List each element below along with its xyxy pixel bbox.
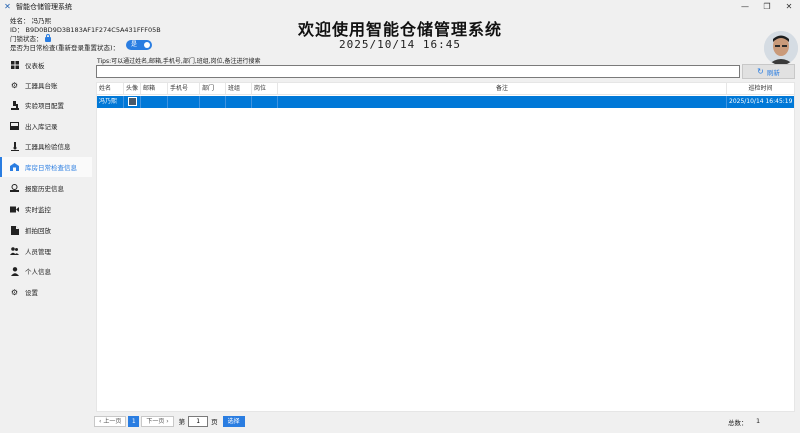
scrap-icon bbox=[10, 184, 19, 193]
goto-prefix: 第 bbox=[178, 418, 186, 426]
column-header-remark[interactable]: 备注 bbox=[278, 83, 727, 95]
warehouse-icon bbox=[10, 163, 19, 172]
sidebar-item-label: 工器具台账 bbox=[25, 82, 58, 90]
sidebar-item-settings[interactable]: ⚙ 设置 bbox=[0, 282, 92, 302]
search-tips: Tips:可以通过姓名,邮箱,手机号,部门,班组,岗位,备注进行搜索 bbox=[97, 58, 261, 65]
user-icon bbox=[10, 266, 19, 276]
refresh-label: 刷新 bbox=[766, 68, 780, 77]
sidebar: 仪表板 ⚙ 工器具台账 实验项目配置 出入库记录 工器具检验信息 库房日常检查信… bbox=[0, 55, 92, 433]
restore-button[interactable]: ❐ bbox=[756, 0, 778, 13]
users-icon bbox=[10, 247, 19, 256]
experiment-icon bbox=[10, 100, 19, 110]
sidebar-item-inout-records[interactable]: 出入库记录 bbox=[0, 116, 92, 136]
sidebar-item-label: 出入库记录 bbox=[25, 123, 58, 131]
column-header-name[interactable]: 姓名 bbox=[97, 83, 124, 95]
gear-icon: ⚙ bbox=[10, 287, 19, 297]
goto-suffix: 页 bbox=[211, 418, 218, 426]
sidebar-item-dashboard[interactable]: 仪表板 bbox=[0, 55, 92, 75]
next-page-label: 下一页 bbox=[146, 417, 165, 425]
table-row[interactable]: 冯乃熙 2025/10/14 16:45:19 bbox=[97, 96, 794, 108]
prev-page-label: 上一页 bbox=[103, 417, 122, 425]
goto-page-input[interactable] bbox=[188, 415, 209, 427]
close-button[interactable]: ✕ bbox=[778, 0, 800, 13]
inspection-table: 姓名 头像 邮箱 手机号 部门 班组 岗位 备注 巡检时间 冯乃熙 2025/1… bbox=[96, 82, 795, 412]
sidebar-item-label: 设置 bbox=[25, 289, 38, 297]
sidebar-item-label: 报废历史信息 bbox=[25, 185, 64, 193]
sidebar-item-personal-info[interactable]: 个人信息 bbox=[0, 261, 92, 281]
sidebar-item-tools-ledger[interactable]: ⚙ 工器具台账 bbox=[0, 75, 92, 95]
sidebar-item-label: 抓拍回放 bbox=[25, 227, 51, 235]
row-avatar-image bbox=[128, 97, 137, 106]
sidebar-item-experiment-config[interactable]: 实验项目配置 bbox=[0, 95, 92, 115]
column-header-avatar[interactable]: 头像 bbox=[124, 83, 141, 95]
next-page-button[interactable]: 下一页 › bbox=[141, 415, 174, 427]
prev-page-button[interactable]: ‹ 上一页 bbox=[94, 415, 127, 427]
page-number-button[interactable]: 1 bbox=[128, 415, 140, 427]
total-count: 1 bbox=[756, 417, 761, 425]
cell-email bbox=[141, 96, 168, 108]
sidebar-item-label: 实时监控 bbox=[25, 206, 51, 214]
cell-department bbox=[200, 96, 226, 108]
avatar-image bbox=[764, 31, 798, 65]
pagination: ‹ 上一页 1 下一页 › 第 页 选择 bbox=[94, 415, 245, 427]
avatar[interactable] bbox=[764, 31, 798, 65]
sidebar-item-label: 个人信息 bbox=[25, 268, 51, 276]
column-header-email[interactable]: 邮箱 bbox=[141, 83, 168, 95]
current-datetime: 2025/10/14 16:45 bbox=[339, 38, 461, 51]
header: 姓名： 冯乃熙 ID： B9D0BD9D3B183AF1F274C5A431FF… bbox=[0, 13, 800, 65]
column-header-team[interactable]: 班组 bbox=[226, 83, 252, 95]
cell-inspection-time: 2025/10/14 16:45:19 bbox=[729, 98, 793, 105]
sidebar-item-label: 人员管理 bbox=[25, 248, 51, 256]
total-label: 总数： bbox=[728, 419, 748, 427]
refresh-button[interactable]: ↻ 刷新 bbox=[742, 64, 795, 79]
sidebar-item-tools-inspection[interactable]: 工器具检验信息 bbox=[0, 136, 92, 156]
cell-post bbox=[252, 96, 278, 108]
sidebar-item-label: 实验项目配置 bbox=[25, 102, 64, 110]
window-title: 智能仓储管理系统 bbox=[16, 2, 72, 11]
table-header: 姓名 头像 邮箱 手机号 部门 班组 岗位 备注 巡检时间 bbox=[97, 83, 794, 95]
search-input[interactable] bbox=[96, 65, 740, 78]
cell-name: 冯乃熙 bbox=[97, 96, 124, 108]
minimize-button[interactable]: — bbox=[734, 0, 756, 13]
goto-select-button[interactable]: 选择 bbox=[222, 415, 245, 427]
sidebar-item-daily-inspection[interactable]: 库房日常检查信息 bbox=[0, 157, 92, 177]
cell-phone bbox=[168, 96, 200, 108]
sidebar-item-label: 工器具检验信息 bbox=[25, 143, 71, 151]
column-header-inspection-time[interactable]: 巡检时间 bbox=[727, 83, 794, 95]
refresh-icon: ↻ bbox=[757, 67, 764, 76]
sidebar-item-user-management[interactable]: 人员管理 bbox=[0, 241, 92, 261]
window-controls: — ❐ ✕ bbox=[734, 0, 800, 13]
title-bar: ✕ 智能仓储管理系统 — ❐ ✕ bbox=[0, 0, 800, 13]
camera-icon bbox=[10, 205, 19, 214]
column-header-post[interactable]: 岗位 bbox=[252, 83, 278, 95]
sidebar-item-scrap-history[interactable]: 报废历史信息 bbox=[0, 178, 92, 198]
sidebar-item-label: 库房日常检查信息 bbox=[25, 164, 77, 172]
sidebar-item-live-monitor[interactable]: 实时监控 bbox=[0, 199, 92, 219]
tools-icon: ⚙ bbox=[10, 80, 19, 90]
inbox-icon bbox=[10, 122, 19, 131]
cell-remark bbox=[278, 96, 727, 108]
cell-team bbox=[226, 96, 252, 108]
sidebar-item-snapshot-playback[interactable]: 抓拍回放 bbox=[0, 220, 92, 240]
sidebar-item-label: 仪表板 bbox=[25, 62, 45, 70]
column-header-department[interactable]: 部门 bbox=[200, 83, 226, 95]
app-logo-icon: ✕ bbox=[4, 2, 11, 11]
page-title: 欢迎使用智能仓储管理系统 bbox=[297, 20, 502, 39]
column-header-phone[interactable]: 手机号 bbox=[168, 83, 200, 95]
cell-avatar bbox=[124, 96, 141, 108]
chevron-right-icon: › bbox=[164, 417, 169, 425]
dashboard-icon bbox=[10, 61, 19, 70]
microscope-icon bbox=[10, 141, 19, 151]
snapshot-icon bbox=[10, 225, 19, 235]
